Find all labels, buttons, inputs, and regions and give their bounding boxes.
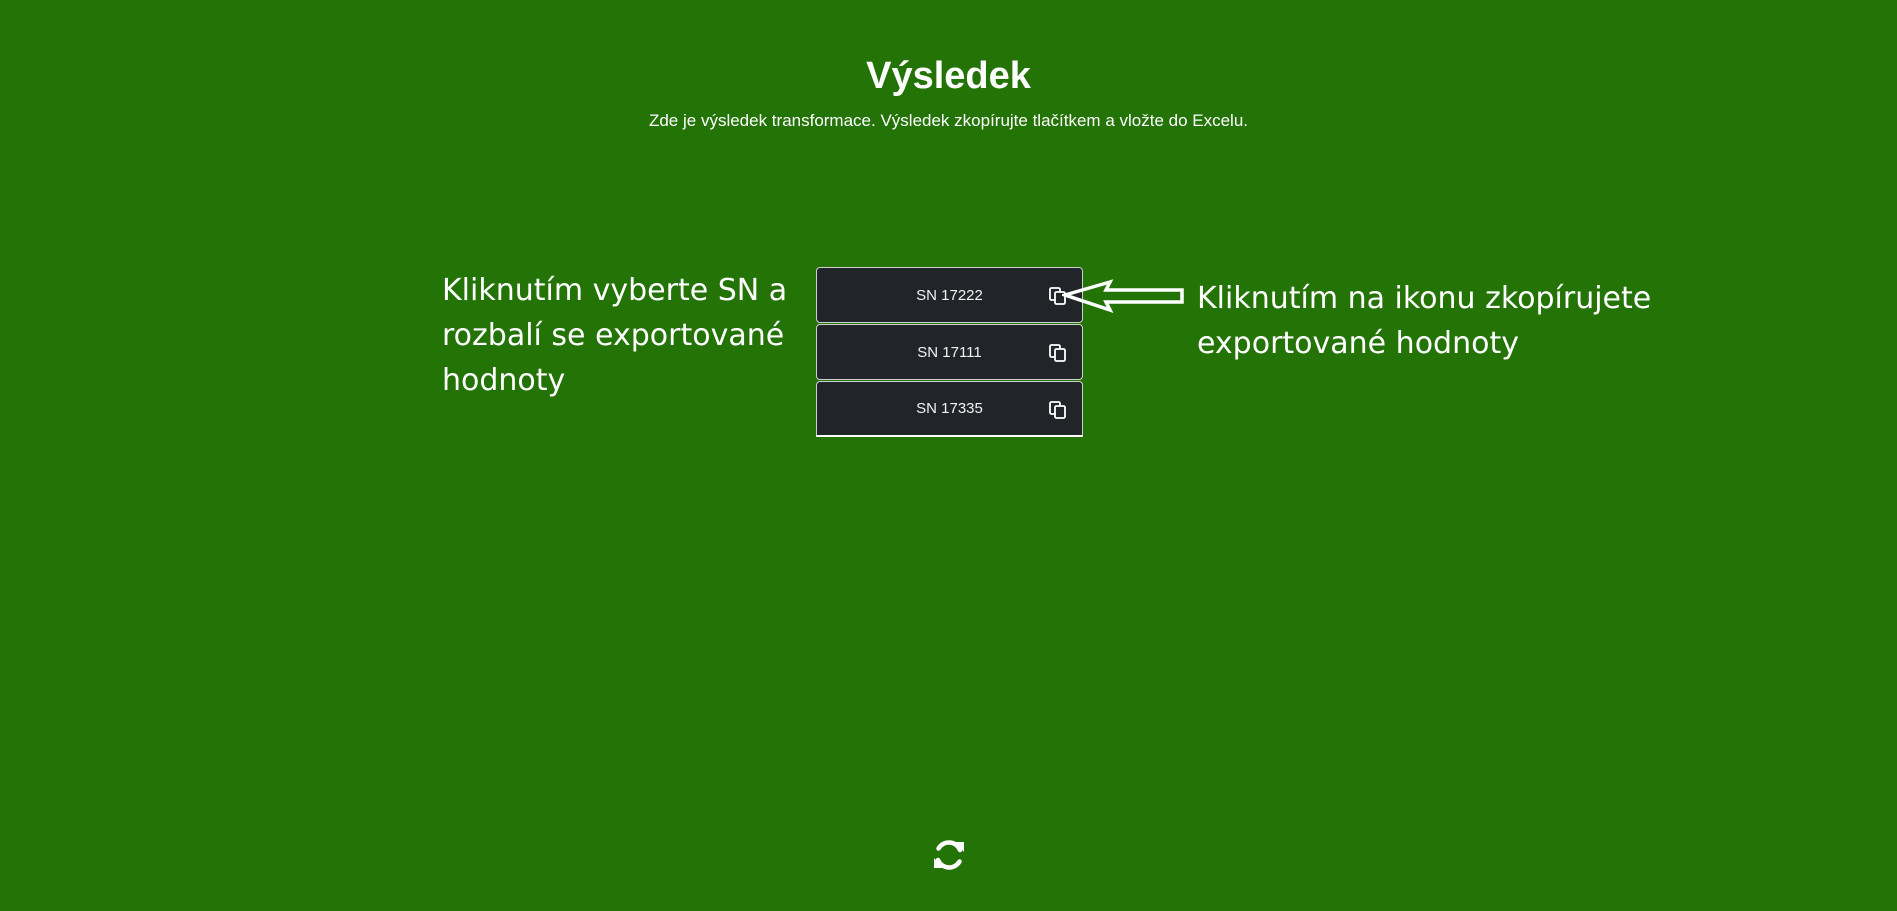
annotation-copy-values: Kliknutím na ikonu zkopírujete exportova…: [1197, 276, 1677, 366]
sn-result-list: SN 17222 SN 17111 SN 17335: [816, 267, 1083, 438]
refresh-icon[interactable]: [930, 836, 968, 874]
copy-icon[interactable]: [1048, 400, 1068, 420]
copy-icon[interactable]: [1048, 343, 1068, 363]
sn-label: SN 17222: [916, 286, 983, 304]
sn-item-17335[interactable]: SN 17335: [816, 381, 1083, 437]
annotation-select-sn: Kliknutím vyberte SN a rozbalí se export…: [442, 268, 802, 403]
annotation-line: exportované hodnoty: [1197, 326, 1519, 361]
page-title: Výsledek: [866, 55, 1031, 97]
sn-label: SN 17111: [917, 343, 982, 361]
sn-item-17222[interactable]: SN 17222: [816, 267, 1083, 323]
annotation-line: Kliknutím vyberte SN a: [442, 273, 788, 308]
sn-label: SN 17335: [916, 400, 983, 417]
page-subtitle: Zde je výsledek transformace. Výsledek z…: [648, 111, 1249, 130]
sn-item-17111[interactable]: SN 17111: [816, 324, 1083, 380]
annotation-line: Kliknutím na ikonu zkopírujete: [1197, 281, 1652, 316]
annotation-line: rozbalí se exportované: [442, 318, 785, 353]
annotation-line: hodnoty: [442, 363, 566, 398]
left-arrow-icon: [1062, 279, 1184, 313]
